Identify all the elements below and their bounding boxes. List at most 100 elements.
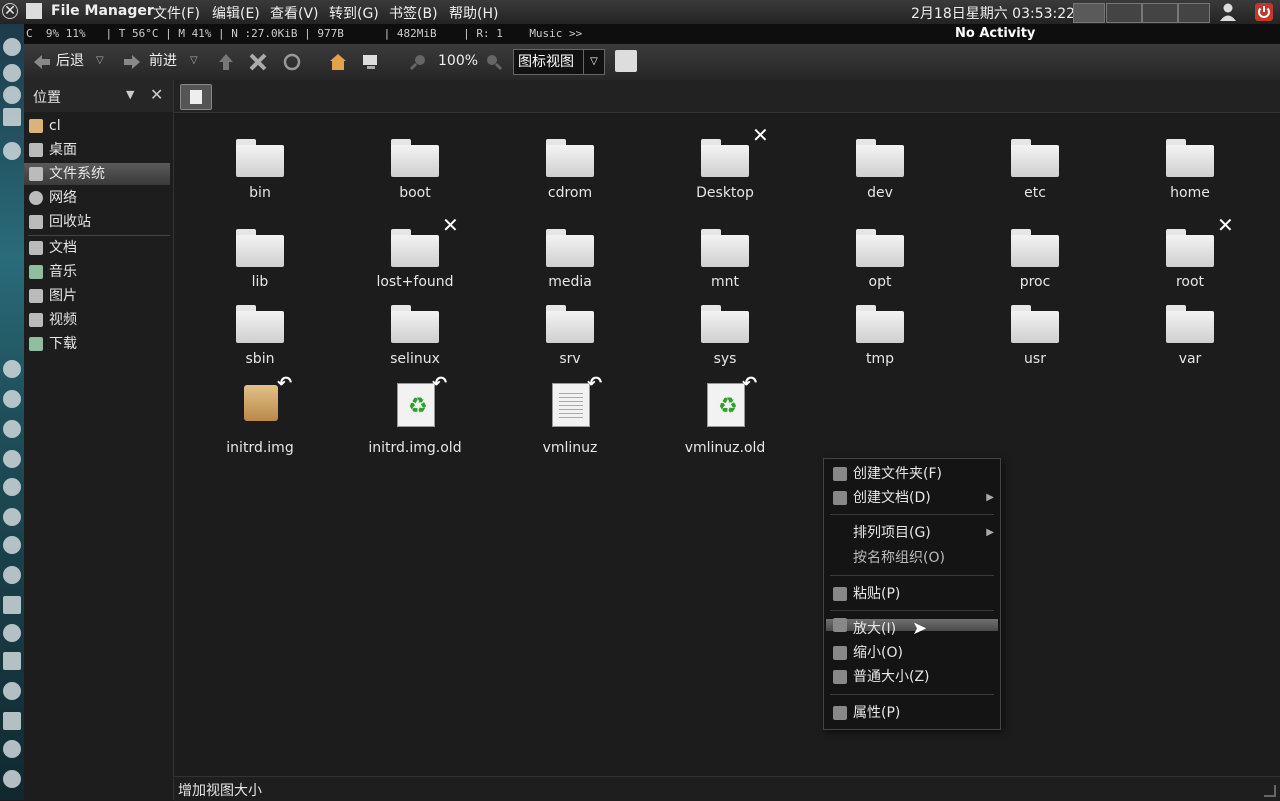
- forward-history-dropdown-icon[interactable]: ▽: [190, 50, 198, 72]
- app-launcher-5-icon[interactable]: [3, 478, 21, 496]
- app-launcher-3-icon[interactable]: [3, 420, 21, 438]
- file-item[interactable]: media: [505, 227, 635, 307]
- menu-bookmarks[interactable]: 书签(B): [389, 3, 438, 23]
- file-item[interactable]: sbin: [195, 303, 325, 383]
- file-item[interactable]: ♻ ↶ vmlinuz.old: [660, 373, 790, 463]
- view-mode-select[interactable]: 图标视图 ▽: [513, 49, 605, 75]
- app-launcher-9-icon[interactable]: [3, 770, 21, 788]
- app-launcher-2-icon[interactable]: [3, 390, 21, 408]
- file-item[interactable]: var: [1125, 303, 1255, 383]
- back-arrow-icon[interactable]: [32, 52, 52, 72]
- sidebar-close-icon[interactable]: ✕: [150, 85, 163, 104]
- app-launcher-6-icon[interactable]: [3, 536, 21, 554]
- zoom-out-icon[interactable]: [408, 52, 428, 72]
- power-icon[interactable]: [1254, 2, 1274, 22]
- stop-icon[interactable]: [248, 52, 268, 72]
- browser-icon[interactable]: [3, 508, 21, 526]
- file-item[interactable]: sys: [660, 303, 790, 383]
- resize-grip-icon[interactable]: [1264, 785, 1276, 797]
- workspace-3[interactable]: [1142, 3, 1178, 23]
- sidebar-mode-dropdown-icon[interactable]: ▼: [126, 88, 134, 101]
- file-item[interactable]: ✕ root: [1125, 213, 1255, 307]
- file-item[interactable]: usr: [970, 303, 1100, 383]
- back-button[interactable]: 后退: [56, 50, 84, 72]
- menu-item-paste[interactable]: 粘贴(P): [826, 583, 998, 605]
- menu-item-zoom-out[interactable]: 缩小(O): [826, 642, 998, 664]
- search-icon[interactable]: [615, 50, 637, 72]
- file-item[interactable]: dev: [815, 137, 945, 217]
- user-icon[interactable]: [1218, 2, 1238, 22]
- file-item[interactable]: ♻ ↶ initrd.img.old: [350, 373, 480, 463]
- home-icon[interactable]: [328, 52, 348, 72]
- mail-icon[interactable]: [3, 108, 21, 126]
- image-viewer-icon[interactable]: [3, 652, 21, 670]
- chat-icon[interactable]: [3, 624, 21, 642]
- file-item[interactable]: ✕ Desktop: [660, 123, 790, 217]
- workspace-2[interactable]: [1106, 3, 1142, 23]
- sidebar-item-network[interactable]: 网络: [24, 187, 170, 209]
- file-item[interactable]: boot: [350, 137, 480, 217]
- menu-item-properties[interactable]: 属性(P): [826, 702, 998, 724]
- workspace-4[interactable]: [1178, 3, 1210, 23]
- sidebar-item-downloads[interactable]: 下载: [24, 333, 170, 355]
- terminal-icon[interactable]: [3, 596, 21, 614]
- bluetooth-icon[interactable]: [3, 38, 21, 56]
- sidebar-item-music[interactable]: 音乐: [24, 261, 170, 283]
- menu-item-create-folder[interactable]: 创建文件夹(F): [826, 463, 998, 485]
- file-item[interactable]: tmp: [815, 303, 945, 383]
- app-launcher-1-icon[interactable]: [3, 360, 21, 378]
- close-icon[interactable]: ✕: [2, 3, 18, 19]
- file-item[interactable]: ↶ initrd.img: [195, 373, 325, 463]
- file-item[interactable]: ✕ lost+found: [350, 213, 480, 307]
- file-item[interactable]: mnt: [660, 227, 790, 307]
- file-item[interactable]: home: [1125, 137, 1255, 217]
- menu-file[interactable]: 文件(F): [153, 3, 200, 23]
- file-item[interactable]: opt: [815, 227, 945, 307]
- sidebar-item-home[interactable]: cl: [24, 115, 170, 137]
- reload-icon[interactable]: [282, 52, 302, 72]
- zoom-in-icon[interactable]: [484, 52, 504, 72]
- menu-item-organize-by-name[interactable]: 按名称组织(O): [826, 547, 998, 569]
- computer-icon[interactable]: [361, 52, 381, 72]
- file-item[interactable]: proc: [970, 227, 1100, 307]
- file-item[interactable]: lib: [195, 227, 325, 307]
- menu-item-normal-size[interactable]: 普通大小(Z): [826, 666, 998, 688]
- sidebar-item-filesystem[interactable]: 文件系统: [24, 163, 170, 185]
- tab-filesystem[interactable]: [180, 84, 212, 110]
- file-item[interactable]: selinux: [350, 303, 480, 383]
- sidebar-item-desktop[interactable]: 桌面: [24, 139, 170, 161]
- app-launcher-7-icon[interactable]: [3, 566, 21, 584]
- transfer-icon[interactable]: [3, 142, 21, 160]
- app-launcher-8-icon[interactable]: [3, 682, 21, 700]
- menu-item-arrange-items[interactable]: 排列项目(G) ▶: [826, 522, 998, 544]
- file-item[interactable]: bin: [195, 137, 325, 217]
- sidebar-item-videos[interactable]: 视频: [24, 309, 170, 331]
- clock[interactable]: 2月18日星期六 03:53:22: [911, 3, 1075, 23]
- menu-go[interactable]: 转到(G): [329, 3, 379, 23]
- menu-view[interactable]: 查看(V): [270, 3, 319, 23]
- workspace-1[interactable]: [1073, 3, 1105, 23]
- file-view[interactable]: bin boot cdrom ✕ Desktop dev etc home lib ✕ lost+f…: [174, 112, 1280, 777]
- network-icon[interactable]: [3, 64, 21, 82]
- sidebar-item-pictures[interactable]: 图片: [24, 285, 170, 307]
- sidebar-item-trash[interactable]: 回收站: [24, 211, 170, 233]
- file-item[interactable]: ↶ vmlinuz: [505, 373, 635, 463]
- file-name: Desktop: [696, 185, 754, 201]
- volume-icon[interactable]: [3, 86, 21, 104]
- back-history-dropdown-icon[interactable]: ▽: [96, 50, 104, 72]
- folder-icon[interactable]: [3, 712, 21, 730]
- forward-button[interactable]: 前进: [149, 50, 177, 72]
- sidebar-item-documents[interactable]: 文档: [24, 237, 170, 259]
- menu-help[interactable]: 帮助(H): [449, 3, 498, 23]
- parent-folder-icon[interactable]: [216, 52, 236, 72]
- menu-edit[interactable]: 编辑(E): [212, 3, 260, 23]
- file-item[interactable]: srv: [505, 303, 635, 383]
- menu-item-create-document[interactable]: 创建文档(D) ▶: [826, 487, 998, 509]
- folder-icon: [236, 303, 284, 343]
- file-item[interactable]: etc: [970, 137, 1100, 217]
- zoom-level[interactable]: 100%: [438, 53, 478, 69]
- update-icon[interactable]: [3, 740, 21, 758]
- forward-arrow-icon[interactable]: [122, 52, 142, 72]
- file-item[interactable]: cdrom: [505, 137, 635, 217]
- app-launcher-4-icon[interactable]: [3, 450, 21, 468]
